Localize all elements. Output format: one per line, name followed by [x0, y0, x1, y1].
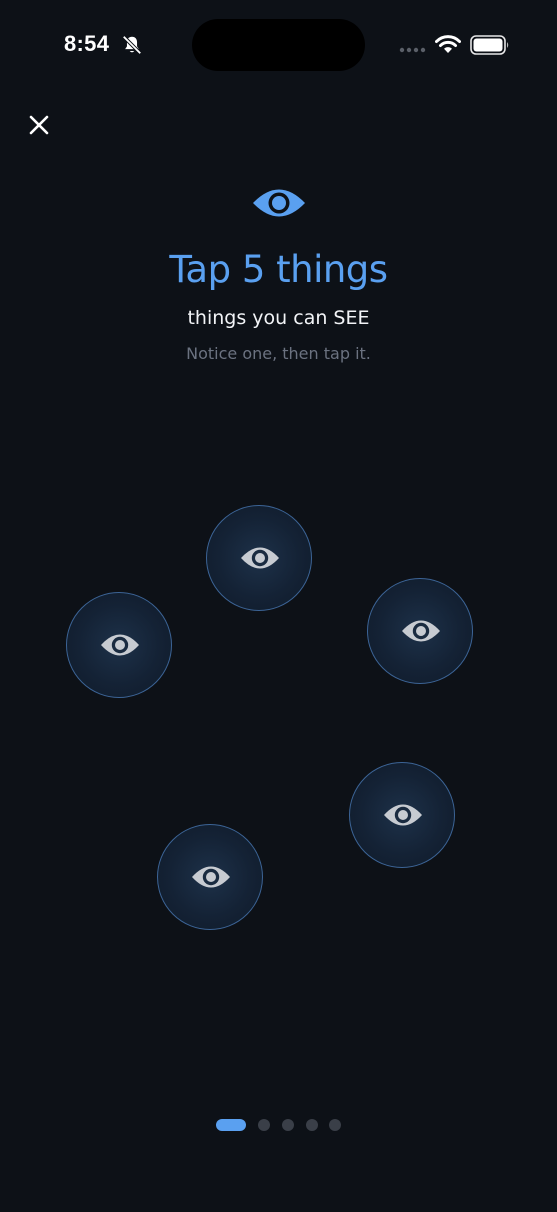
- eye-icon: [402, 620, 440, 642]
- page-subtitle: things you can SEE: [187, 307, 370, 329]
- tap-target-bubble[interactable]: [349, 762, 455, 868]
- tap-target-bubble[interactable]: [157, 824, 263, 930]
- status-time: 8:54: [64, 31, 110, 56]
- dynamic-island: [192, 19, 365, 71]
- page-dot: [306, 1119, 318, 1131]
- close-icon: [29, 115, 49, 135]
- page-dot: [258, 1119, 270, 1131]
- page-title: Tap 5 things: [169, 248, 388, 291]
- page-indicator: [0, 1117, 557, 1133]
- tap-target-bubble[interactable]: [206, 505, 312, 611]
- page-dot: [329, 1119, 341, 1131]
- eye-icon: [241, 547, 279, 569]
- battery-icon: [470, 35, 509, 55]
- eye-icon: [384, 804, 422, 826]
- page-dot-active: [216, 1119, 246, 1131]
- eye-icon: [192, 866, 230, 888]
- status-bar: 8:54: [0, 0, 557, 90]
- signal-icon: [399, 47, 426, 53]
- wifi-icon: [435, 35, 461, 53]
- eye-icon: [101, 634, 139, 656]
- bell-slash-icon: [122, 35, 142, 55]
- tap-target-bubble[interactable]: [367, 578, 473, 684]
- instruction-hint: Notice one, then tap it.: [186, 344, 371, 363]
- tap-target-bubble[interactable]: [66, 592, 172, 698]
- close-button[interactable]: [23, 109, 55, 141]
- page-dot: [282, 1119, 294, 1131]
- eye-icon: [253, 189, 305, 217]
